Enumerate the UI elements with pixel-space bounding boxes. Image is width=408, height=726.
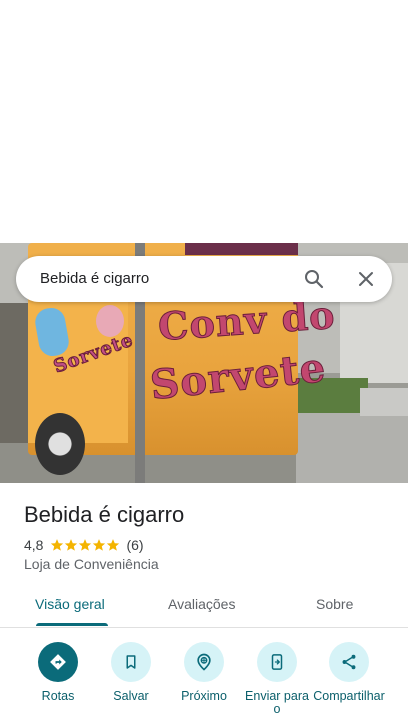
share-label: Compartilhar bbox=[313, 689, 385, 703]
share-button[interactable]: Compartilhar bbox=[311, 642, 387, 703]
close-icon[interactable] bbox=[354, 267, 378, 291]
directions-label: Rotas bbox=[41, 689, 75, 703]
rating-stars bbox=[50, 538, 120, 552]
star-icon bbox=[79, 539, 92, 551]
place-title: Bebida é cigarro bbox=[24, 502, 185, 527]
rating-row[interactable]: 4,8 (6) bbox=[24, 536, 144, 554]
search-bar[interactable]: Bebida é cigarro bbox=[16, 256, 392, 302]
share-icon[interactable] bbox=[329, 642, 369, 682]
rating-value: 4,8 bbox=[24, 537, 44, 553]
star-icon bbox=[93, 539, 106, 551]
save-button[interactable]: Salvar bbox=[93, 642, 169, 703]
review-count: (6) bbox=[126, 537, 144, 553]
star-icon bbox=[65, 539, 78, 551]
place-category: Loja de Conveniência bbox=[24, 556, 159, 572]
send-to-phone-label: Enviar para o bbox=[245, 689, 309, 716]
star-icon bbox=[51, 539, 64, 551]
bookmark-icon[interactable] bbox=[111, 642, 151, 682]
nearby-icon[interactable] bbox=[184, 642, 224, 682]
tab-bar: Visão geral Avaliações Sobre bbox=[0, 585, 408, 628]
tab-overview[interactable]: Visão geral bbox=[35, 596, 105, 612]
nearby-label: Próximo bbox=[181, 689, 227, 703]
directions-button[interactable]: Rotas bbox=[20, 642, 96, 703]
search-icon[interactable] bbox=[302, 267, 326, 291]
send-to-phone-icon[interactable] bbox=[257, 642, 297, 682]
tab-about[interactable]: Sobre bbox=[316, 596, 353, 612]
directions-icon[interactable] bbox=[38, 642, 78, 682]
nearby-button[interactable]: Próximo bbox=[166, 642, 242, 703]
active-tab-indicator bbox=[36, 623, 108, 626]
send-to-phone-button[interactable]: Enviar para o bbox=[239, 642, 315, 716]
tab-reviews[interactable]: Avaliações bbox=[168, 596, 235, 612]
save-label: Salvar bbox=[113, 689, 149, 703]
cart-wheel bbox=[35, 413, 85, 475]
search-query[interactable]: Bebida é cigarro bbox=[40, 270, 149, 287]
map-area-blank bbox=[0, 0, 408, 243]
star-icon bbox=[107, 539, 120, 551]
